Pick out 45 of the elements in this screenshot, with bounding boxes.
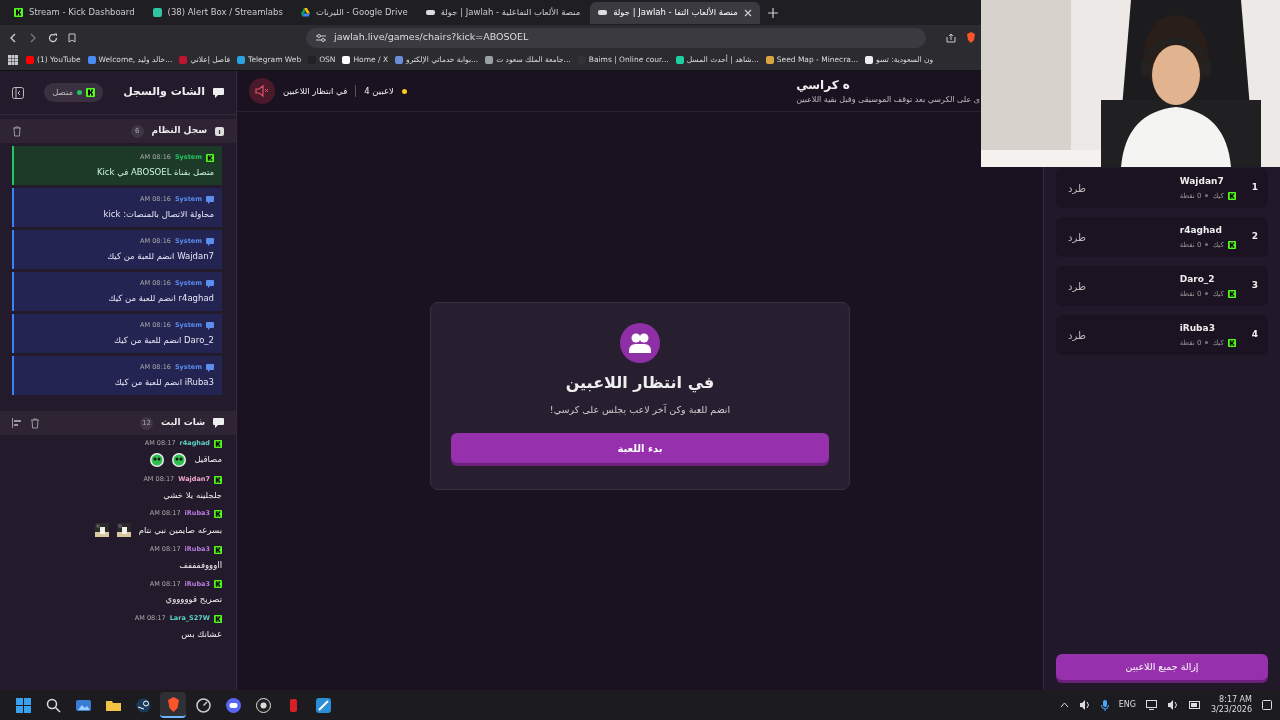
- browser-tab[interactable]: جولة | Jawlah - منصة الألعاب التفا: [590, 1, 760, 24]
- player-rank: 3: [1251, 279, 1258, 293]
- chat-message: بسرعه صايمين نبي نتام: [138, 523, 222, 537]
- waiting-title: في انتظار اللاعبين: [565, 372, 715, 395]
- section-title: شات البث: [160, 416, 205, 430]
- log-text: Daro_2 انضم للعبة من كيك: [113, 333, 214, 347]
- game-description: ى على الكرسي بعد توقف الموسيقى وقبل بقية اللاعبين: [796, 94, 980, 106]
- player-name: Wajdan7: [1179, 175, 1224, 188]
- start-game-button[interactable]: بدء اللعبة: [451, 433, 829, 464]
- chat-message: llوووففففف: [179, 558, 222, 572]
- player-rank: 4: [1251, 328, 1258, 342]
- kick-button[interactable]: طرد: [1068, 180, 1086, 196]
- kick-button[interactable]: طرد: [1068, 229, 1086, 245]
- log-text: iRuba3 انضم للعبة من كيك: [113, 375, 214, 389]
- chat-message: تصريح قوووووي: [165, 593, 222, 606]
- browser-tab[interactable]: الليرنات - Google Drive: [292, 1, 416, 24]
- log-text: محاولة الاتصال بالمنصات: kick: [102, 207, 214, 221]
- player-name: Daro_2: [1179, 273, 1215, 286]
- browser-tab[interactable]: (38) Alert Box / Streamlabs: [144, 1, 291, 24]
- log-text: متصل بقناة ABOSOEL في Kick: [95, 165, 214, 179]
- game-title: ه كراسي: [796, 77, 850, 94]
- player-rank: 1: [1251, 181, 1258, 195]
- clock-date: 3/23/2026: [1210, 705, 1252, 716]
- log-text: Wajdan7 انضم للعبة من كيك: [106, 249, 214, 263]
- chat-message: مصاقيل: [194, 453, 222, 467]
- address-bar[interactable]: jawlah.live/games/chairs?kick=ABOSOEL: [306, 27, 926, 48]
- player-name: r4aghad: [1179, 224, 1222, 237]
- kick-button[interactable]: طرد: [1068, 327, 1086, 343]
- language-indicator: ENG: [1118, 699, 1136, 711]
- browser-tab[interactable]: Stream - Kick Dashboard: [6, 1, 143, 24]
- browser-tab[interactable]: جولة | Jawlah - منصة الألعاب التفاعلية: [417, 1, 589, 24]
- log-text: r4aghad انضم للعبة من كيك: [107, 291, 214, 305]
- kick-button[interactable]: طرد: [1068, 278, 1086, 294]
- waiting-message: انضم للعبة وكن آخر لاعب يجلس على كرسي!: [549, 403, 731, 418]
- player-rank: 2: [1251, 230, 1258, 244]
- player-name: iRuba3: [1179, 322, 1215, 335]
- chat-message: جلجلينه يلا خشي: [163, 488, 222, 502]
- sidebar-title: الشات والسجل: [123, 84, 205, 101]
- section-title: سجل النظام: [151, 124, 207, 138]
- player-count: 4 لاعبين: [364, 84, 394, 98]
- chat-message: عشانك بس: [181, 627, 222, 641]
- remove-all-button[interactable]: إزالة جميع اللاعبين: [1056, 654, 1268, 680]
- clock-time: 8:17 AM: [1219, 694, 1252, 705]
- connection-status: متصل: [44, 83, 104, 102]
- game-state: في انتظار اللاعبين: [283, 84, 348, 98]
